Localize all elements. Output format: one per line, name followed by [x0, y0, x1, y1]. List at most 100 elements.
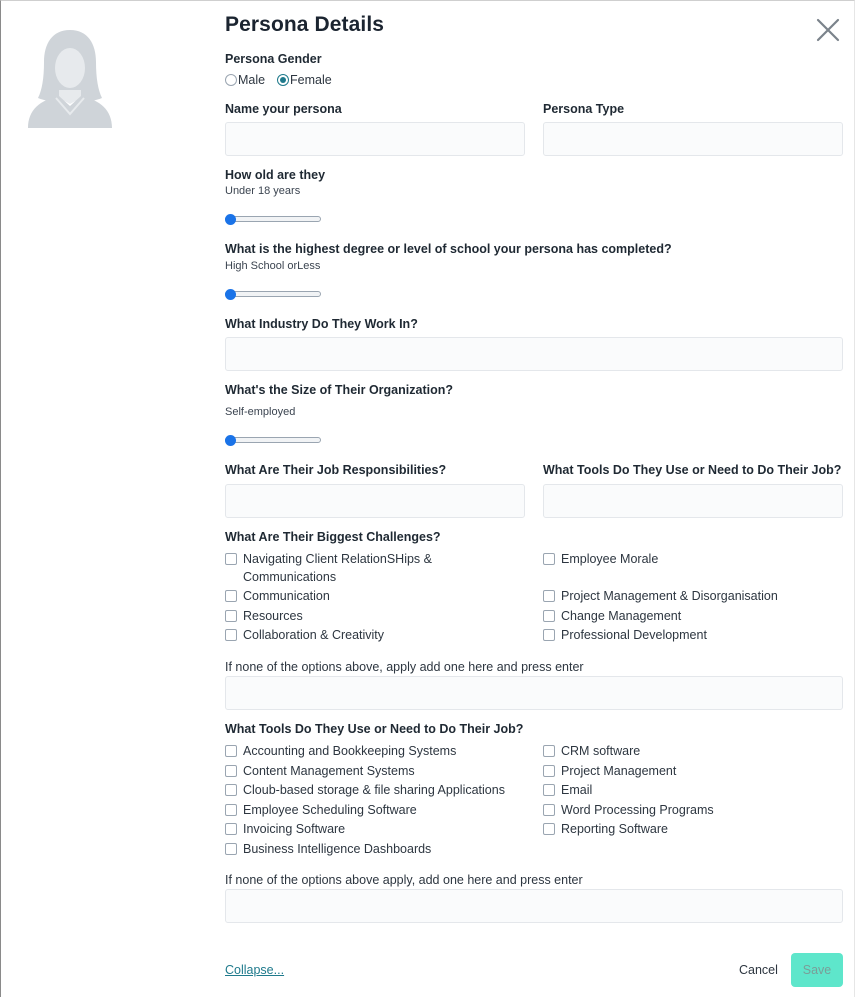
challenge-option[interactable]: Collaboration & Creativity	[225, 626, 384, 644]
tool-option-label: Business Intelligence Dashboards	[243, 842, 432, 856]
tool-option[interactable]: Accounting and Bookkeeping Systems	[225, 742, 456, 760]
tool-option-label: Cloub-based storage & file sharing Appli…	[243, 783, 505, 797]
org-size-value: Self-employed	[225, 406, 296, 418]
challenge-option[interactable]: Professional Development	[543, 626, 707, 644]
female-radio[interactable]	[277, 74, 289, 86]
tool-option[interactable]: Employee Scheduling Software	[225, 801, 417, 819]
checkbox[interactable]	[225, 590, 237, 602]
checkbox[interactable]	[543, 590, 555, 602]
name-input[interactable]	[225, 122, 525, 156]
age-slider[interactable]	[225, 213, 322, 225]
checkbox[interactable]	[543, 553, 555, 565]
tool-option-label: CRM software	[561, 744, 641, 758]
male-radio[interactable]	[225, 74, 237, 86]
gender-option-male[interactable]: Male	[225, 73, 265, 87]
name-label: Name your persona	[225, 102, 342, 116]
tool-option[interactable]: Cloub-based storage & file sharing Appli…	[225, 781, 505, 799]
gender-label: Persona Gender	[225, 52, 322, 66]
challenge-option-label: Change Management	[561, 609, 682, 623]
cancel-button[interactable]: Cancel	[739, 963, 778, 977]
challenge-option-label: Project Management & Disorganisation	[561, 589, 778, 603]
tool-option-label: Project Management	[561, 764, 677, 778]
tools-label: What Tools Do They Use or Need to Do The…	[225, 722, 524, 736]
checkbox[interactable]	[543, 823, 555, 835]
age-value: Under 18 years	[225, 185, 301, 197]
education-slider[interactable]	[225, 288, 322, 300]
education-value: High School orLess	[225, 260, 321, 272]
checkbox[interactable]	[225, 784, 237, 796]
industry-input[interactable]	[225, 337, 843, 371]
responsibilities-label: What Are Their Job Responsibilities?	[225, 463, 447, 477]
org-size-slider-track	[225, 437, 321, 443]
close-icon[interactable]	[811, 13, 845, 47]
org-size-label: What's the Size of Their Organization?	[225, 383, 453, 397]
industry-label: What Industry Do They Work In?	[225, 317, 418, 331]
gender-option-female[interactable]: Female	[277, 73, 332, 87]
tool-option-label: Email	[561, 783, 593, 797]
tool-option[interactable]: Content Management Systems	[225, 762, 415, 780]
checkbox[interactable]	[543, 765, 555, 777]
persona-type-input[interactable]	[543, 122, 843, 156]
checkbox[interactable]	[543, 804, 555, 816]
age-slider-track	[225, 216, 321, 222]
tools-other-label: If none of the options above apply, add …	[225, 873, 583, 887]
page-title: Persona Details	[225, 13, 385, 36]
checkbox[interactable]	[225, 610, 237, 622]
checkbox[interactable]	[543, 629, 555, 641]
challenge-option[interactable]: Employee Morale	[543, 550, 658, 568]
tool-option-label: Word Processing Programs	[561, 803, 714, 817]
tool-option[interactable]: Email	[543, 781, 592, 799]
tool-option[interactable]: CRM software	[543, 742, 640, 760]
education-slider-track	[225, 291, 321, 297]
tool-option[interactable]: Reporting Software	[543, 820, 668, 838]
tool-option-label: Content Management Systems	[243, 764, 415, 778]
persona-details-modal: Persona Details Persona Gender Male Fema…	[0, 0, 855, 997]
collapse-link[interactable]: Collapse...	[225, 963, 284, 977]
checkbox[interactable]	[543, 784, 555, 796]
checkbox[interactable]	[225, 553, 237, 565]
persona-type-label: Persona Type	[543, 102, 625, 116]
tool-option[interactable]: Word Processing Programs	[543, 801, 714, 819]
female-avatar-icon	[28, 30, 112, 128]
org-size-slider[interactable]	[225, 434, 322, 446]
checkbox[interactable]	[225, 823, 237, 835]
challenge-option-label: Navigating Client RelationSHips & Commun…	[243, 552, 432, 584]
tool-option-label: Employee Scheduling Software	[243, 803, 417, 817]
challenge-option-label: Professional Development	[561, 628, 707, 642]
education-label: What is the highest degree or level of s…	[225, 242, 672, 256]
male-radio-label: Male	[238, 73, 266, 87]
challenge-option[interactable]: Resources	[225, 607, 303, 625]
checkbox[interactable]	[543, 610, 555, 622]
tool-option[interactable]: Invoicing Software	[225, 820, 345, 838]
responsibilities-input[interactable]	[225, 484, 525, 518]
checkbox[interactable]	[225, 843, 237, 855]
challenge-option[interactable]: Communication	[225, 587, 330, 605]
tools-other-input[interactable]	[225, 889, 843, 923]
checkbox[interactable]	[543, 745, 555, 757]
challenge-option-label: Resources	[243, 609, 303, 623]
age-slider-thumb[interactable]	[225, 214, 236, 225]
tool-option-label: Accounting and Bookkeeping Systems	[243, 744, 457, 758]
tools-field-label: What Tools Do They Use or Need to Do The…	[543, 463, 842, 477]
challenge-option-label: Communication	[243, 589, 330, 603]
challenges-other-label: If none of the options above, apply add …	[225, 660, 584, 674]
checkbox[interactable]	[225, 804, 237, 816]
challenge-option-label: Collaboration & Creativity	[243, 628, 385, 642]
tool-option-label: Reporting Software	[561, 822, 669, 836]
challenge-option[interactable]: Navigating Client RelationSHips & Commun…	[225, 550, 465, 586]
save-button[interactable]: Save	[791, 953, 843, 987]
education-slider-thumb[interactable]	[225, 289, 236, 300]
age-label: How old are they	[225, 168, 326, 182]
tool-option[interactable]: Project Management	[543, 762, 676, 780]
challenge-option[interactable]: Project Management & Disorganisation	[543, 587, 778, 605]
tool-option[interactable]: Business Intelligence Dashboards	[225, 840, 431, 858]
challenge-option-label: Employee Morale	[561, 552, 659, 566]
checkbox[interactable]	[225, 765, 237, 777]
checkbox[interactable]	[225, 629, 237, 641]
challenges-other-input[interactable]	[225, 676, 843, 710]
tool-option-label: Invoicing Software	[243, 822, 346, 836]
challenge-option[interactable]: Change Management	[543, 607, 681, 625]
tools-field-input[interactable]	[543, 484, 843, 518]
checkbox[interactable]	[225, 745, 237, 757]
org-size-slider-thumb[interactable]	[225, 435, 236, 446]
